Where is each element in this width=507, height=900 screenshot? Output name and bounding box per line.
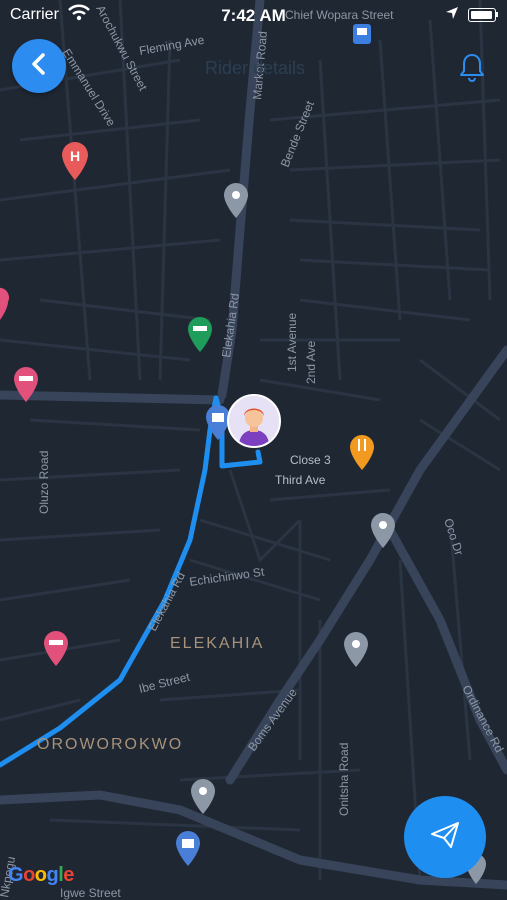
back-button[interactable] — [12, 39, 66, 93]
street-label: Oluzo Road — [37, 451, 51, 514]
battery-icon — [468, 8, 496, 22]
bell-icon[interactable] — [458, 52, 486, 87]
paper-plane-icon — [430, 821, 460, 854]
google-logo-letter: e — [63, 864, 74, 886]
status-bar: Carrier 7:42 AM — [0, 0, 507, 30]
street-label: Onitsha Road — [337, 743, 351, 816]
street-label: Close 3 — [290, 453, 331, 467]
location-arrow-icon — [445, 6, 459, 25]
battery-tip — [496, 12, 498, 17]
street-label: 1st Avenue — [285, 313, 299, 372]
google-logo-letter: o — [23, 864, 35, 886]
area-label: ELEKAHIA — [170, 635, 264, 652]
area-label: OROWOROKWO — [37, 736, 183, 753]
street-label: 2nd Ave — [304, 341, 318, 384]
google-logo-letter: G — [8, 864, 24, 886]
svg-text:H: H — [70, 148, 80, 164]
street-label: Third Ave — [275, 473, 326, 487]
street-label: Igwe Street — [60, 886, 121, 900]
send-button[interactable] — [404, 796, 486, 878]
map[interactable]: Fleming Ave Arochukwu Street Emmanuel Dr… — [0, 0, 507, 900]
clock: 7:42 AM — [221, 6, 286, 25]
google-logo-letter: o — [34, 864, 47, 886]
page-title: Rider details — [204, 58, 306, 78]
google-logo-letter: g — [46, 864, 59, 886]
google-logo: Google — [8, 864, 74, 887]
rider-avatar[interactable] — [227, 394, 281, 448]
chevron-left-icon — [30, 52, 48, 80]
